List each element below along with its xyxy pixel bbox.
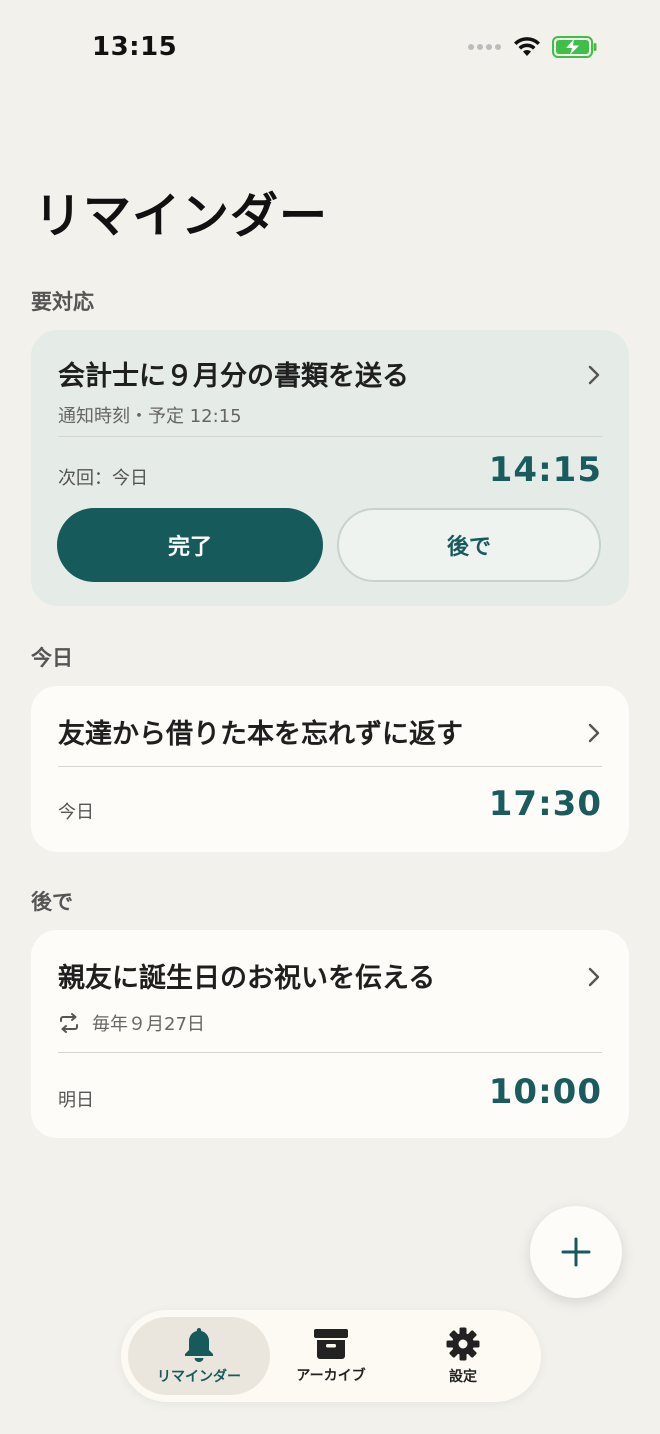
reminder-title: 親友に誕生日のお祝いを伝える: [58, 963, 436, 994]
tab-label: アーカイブ: [296, 1368, 366, 1384]
chevron-right-icon: [588, 365, 600, 385]
section-title-later: 後で: [31, 890, 73, 914]
status-time: 13:15: [92, 32, 178, 62]
done-button[interactable]: 完了: [57, 508, 323, 582]
tab-bar: リマインダー アーカイブ 設定: [121, 1310, 541, 1402]
day-label: 明日: [58, 1090, 94, 1111]
gear-icon: [446, 1327, 480, 1361]
reminder-time: 10:00: [488, 1072, 602, 1112]
divider: [58, 436, 602, 437]
chevron-right-icon: [588, 967, 600, 987]
day-label: 今日: [58, 802, 94, 823]
battery-charging-icon: [552, 36, 597, 58]
archive-icon: [314, 1329, 348, 1359]
status-bar: 13:15: [0, 0, 660, 96]
plus-icon: [561, 1237, 591, 1267]
bell-icon: [185, 1328, 213, 1362]
repeat-text: 毎年９月27日: [92, 1014, 205, 1035]
reminder-subtitle: 通知時刻・予定 12:15: [58, 402, 242, 428]
chevron-right-icon: [588, 723, 600, 743]
reminder-card-today[interactable]: 友達から借りた本を忘れずに返す 今日 17:30: [31, 686, 629, 852]
reminder-repeat: 毎年９月27日: [58, 1010, 205, 1036]
divider: [58, 766, 602, 767]
reminder-title: 会計士に９月分の書類を送る: [58, 361, 409, 392]
wifi-icon: [514, 37, 540, 56]
notification-time-text: 通知時刻・予定 12:15: [58, 406, 242, 427]
page-title: リマインダー: [34, 188, 329, 244]
section-title-urgent: 要対応: [31, 290, 94, 314]
signal-icon: [468, 44, 501, 50]
divider: [58, 1052, 602, 1053]
tab-label: リマインダー: [157, 1369, 241, 1385]
tab-settings[interactable]: 設定: [392, 1317, 534, 1395]
tab-reminders[interactable]: リマインダー: [128, 1317, 270, 1395]
reminder-card-urgent[interactable]: 会計士に９月分の書類を送る 通知時刻・予定 12:15 次回：今日 14:15 …: [31, 330, 629, 606]
repeat-icon: [60, 1013, 78, 1033]
tab-archive[interactable]: アーカイブ: [260, 1317, 402, 1395]
reminder-time: 17:30: [488, 784, 602, 824]
status-icons: [468, 36, 598, 58]
reminder-card-later[interactable]: 親友に誕生日のお祝いを伝える 毎年９月27日 明日 10:00: [31, 930, 629, 1138]
add-reminder-button[interactable]: [530, 1206, 622, 1298]
section-title-today: 今日: [31, 646, 73, 670]
snooze-button[interactable]: 後で: [337, 508, 601, 582]
next-label: 次回：今日: [58, 468, 148, 489]
reminder-time: 14:15: [488, 450, 602, 490]
tab-label: 設定: [449, 1369, 477, 1385]
reminder-title: 友達から借りた本を忘れずに返す: [58, 719, 463, 750]
